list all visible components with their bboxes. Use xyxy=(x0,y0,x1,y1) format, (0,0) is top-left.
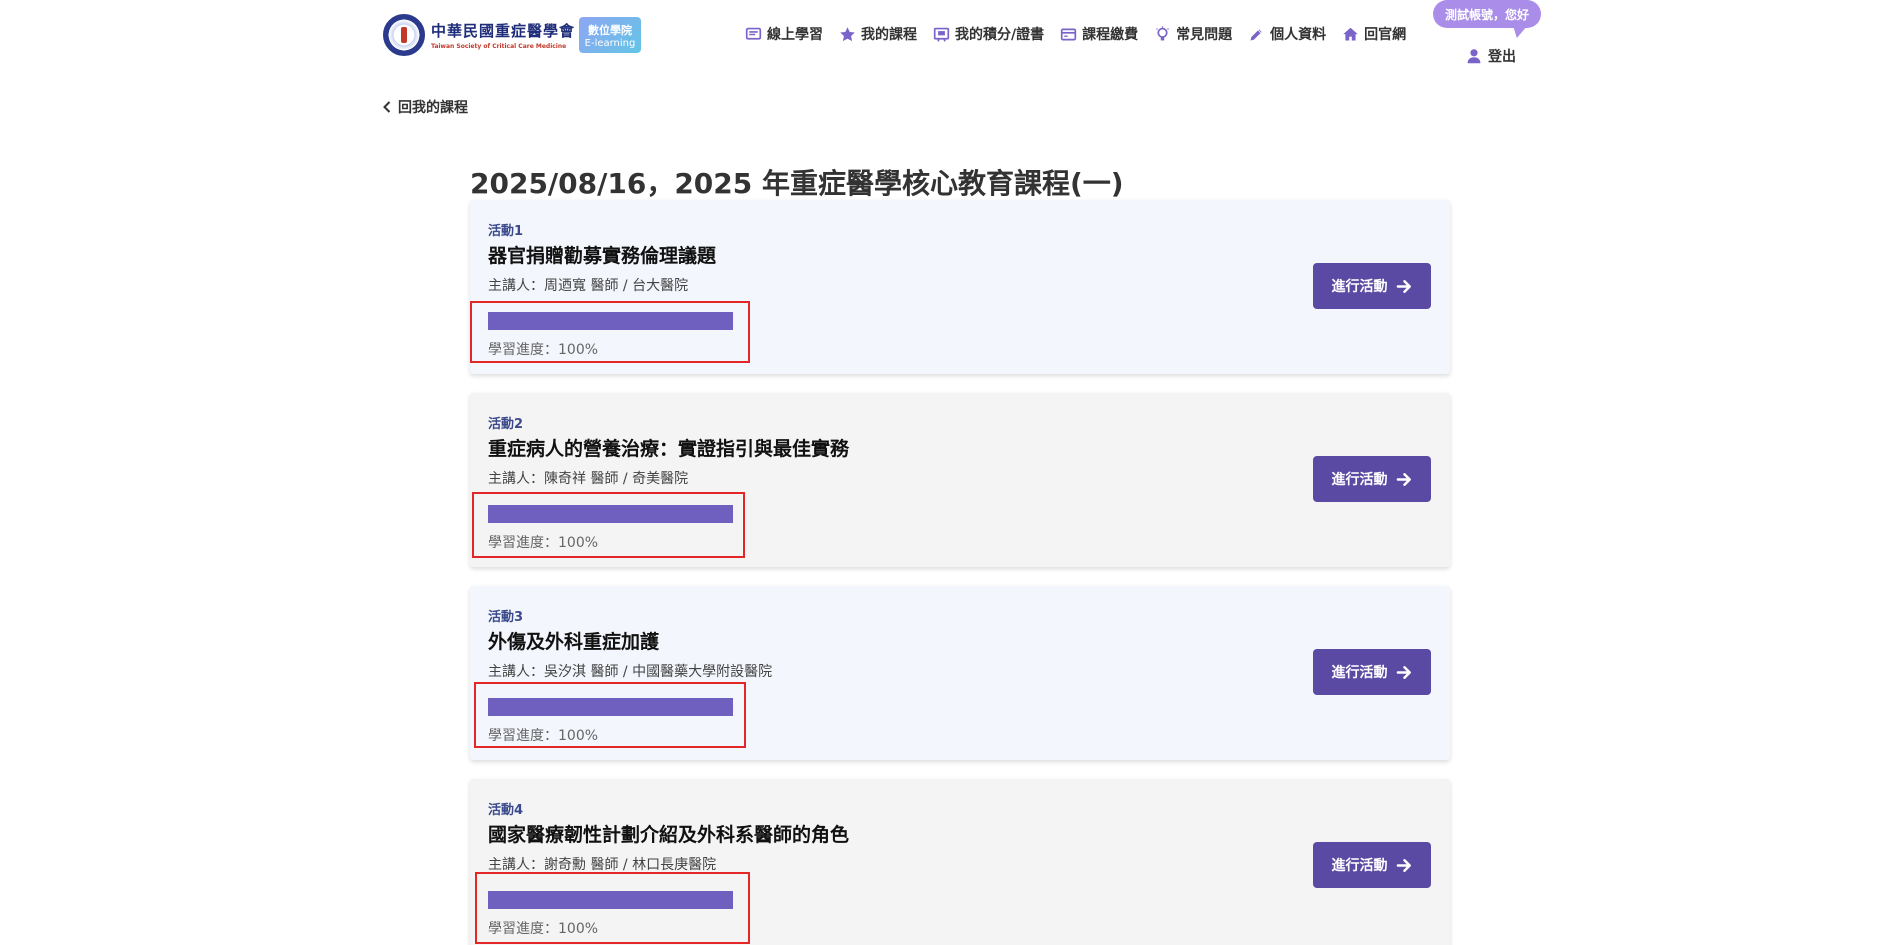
arrow-right-icon xyxy=(1396,665,1411,679)
activity-speaker: 主講人：吳汐淇 醫師 / 中國醫藥大學附設醫院 xyxy=(488,664,773,680)
progress-label: 學習進度：100% xyxy=(488,535,599,551)
nav-label: 線上學習 xyxy=(767,27,823,43)
progress-bar-fill xyxy=(488,312,733,330)
nav-label: 我的課程 xyxy=(861,27,917,43)
activity-title: 外傷及外科重症加護 xyxy=(488,631,660,653)
star-icon xyxy=(840,26,855,41)
online-learning-icon xyxy=(745,27,762,40)
activity-speaker: 主講人：周迺寬 醫師 / 台大醫院 xyxy=(488,278,689,294)
progress-bar-fill xyxy=(488,891,733,909)
arrow-right-icon xyxy=(1396,472,1411,486)
home-icon xyxy=(1343,27,1358,40)
start-activity-button[interactable]: 進行活動 xyxy=(1313,263,1431,309)
greeting-bubble: 測試帳號，您好 xyxy=(1433,0,1542,28)
progress-bar-fill xyxy=(488,505,733,523)
activity-title: 器官捐贈勸募實務倫理議題 xyxy=(488,245,717,267)
activity-number: 活動4 xyxy=(488,803,524,818)
nav-label: 回官網 xyxy=(1364,27,1407,43)
activity-card: 活動2 重症病人的營養治療：實證指引與最佳實務 主講人：陳奇祥 醫師 / 奇美醫… xyxy=(470,393,1450,567)
nav-online-learning[interactable]: 線上學習 xyxy=(745,24,823,44)
nav-label: 我的積分/證書 xyxy=(955,27,1045,43)
activity-number: 活動2 xyxy=(488,417,524,432)
button-label: 進行活動 xyxy=(1331,858,1388,874)
logo-text: 中華民國重症醫學會 Taiwan Society of Critical Car… xyxy=(431,20,575,50)
progress-bar xyxy=(488,505,733,523)
progress-bar xyxy=(488,698,733,716)
certificate-icon xyxy=(933,27,950,42)
credit-card-icon xyxy=(1060,28,1077,40)
chevron-left-icon xyxy=(383,101,391,113)
user-icon xyxy=(1467,49,1481,64)
activity-title: 國家醫療韌性計劃介紹及外科系醫師的角色 xyxy=(488,824,850,846)
progress-label: 學習進度：100% xyxy=(488,921,599,937)
arrow-right-icon xyxy=(1396,279,1411,293)
activity-title: 重症病人的營養治療：實證指引與最佳實務 xyxy=(488,438,850,460)
activity-card: 活動1 器官捐贈勸募實務倫理議題 主講人：周迺寬 醫師 / 台大醫院 學習進度：… xyxy=(470,200,1450,374)
logout-button[interactable]: 登出 xyxy=(1466,46,1516,66)
top-header: 中華民國重症醫學會 Taiwan Society of Critical Car… xyxy=(0,0,1895,70)
start-activity-button[interactable]: 進行活動 xyxy=(1313,456,1431,502)
button-label: 進行活動 xyxy=(1331,665,1388,681)
activity-card: 活動4 國家醫療韌性計劃介紹及外科系醫師的角色 主講人：謝奇勳 醫師 / 林口長… xyxy=(470,779,1450,945)
progress-bar-fill xyxy=(488,698,733,716)
arrow-right-icon xyxy=(1396,858,1411,872)
nav-my-credits[interactable]: 我的積分/證書 xyxy=(933,24,1044,44)
elearning-badge: 數位學院 E-learning xyxy=(579,17,642,53)
nav-label: 個人資料 xyxy=(1270,27,1327,43)
society-seal-icon xyxy=(383,14,425,56)
activity-card: 活動3 外傷及外科重症加護 主講人：吳汐淇 醫師 / 中國醫藥大學附設醫院 學習… xyxy=(470,586,1450,760)
nav-profile[interactable]: 個人資料 xyxy=(1248,24,1326,44)
back-to-my-courses-link[interactable]: 回我的課程 xyxy=(380,97,468,117)
logout-label: 登出 xyxy=(1488,49,1516,65)
nav-faq[interactable]: 常見問題 xyxy=(1154,24,1232,44)
logo-english-name: Taiwan Society of Critical Care Medicine xyxy=(431,43,567,50)
progress-label: 學習進度：100% xyxy=(488,728,599,744)
page-title: 2025/08/16，2025 年重症醫學核心教育課程(一) xyxy=(470,167,1124,200)
nav-course-payment[interactable]: 課程繳費 xyxy=(1060,24,1138,44)
lightbulb-icon xyxy=(1156,25,1170,40)
button-label: 進行活動 xyxy=(1331,279,1388,295)
start-activity-button[interactable]: 進行活動 xyxy=(1313,649,1431,695)
activity-speaker: 主講人：陳奇祥 醫師 / 奇美醫院 xyxy=(488,471,689,487)
main-nav: 線上學習 我的課程 我的積分/證書 課程繳費 常見問題 個人資料 回官網 xyxy=(745,24,1422,44)
start-activity-button[interactable]: 進行活動 xyxy=(1313,842,1431,888)
logo-chinese-name: 中華民國重症醫學會 xyxy=(431,22,576,40)
nav-official-site[interactable]: 回官網 xyxy=(1342,24,1406,44)
activity-number: 活動1 xyxy=(488,224,524,239)
nav-label: 課程繳費 xyxy=(1082,27,1139,43)
badge-line-1: 數位學院 xyxy=(588,23,633,37)
progress-bar xyxy=(488,891,733,909)
progress-label: 學習進度：100% xyxy=(488,342,599,358)
nav-my-courses[interactable]: 我的課程 xyxy=(839,24,917,44)
activity-speaker: 主講人：謝奇勳 醫師 / 林口長庚醫院 xyxy=(488,857,717,873)
activity-number: 活動3 xyxy=(488,610,524,625)
back-link-label: 回我的課程 xyxy=(398,100,468,116)
progress-bar xyxy=(488,312,733,330)
nav-label: 常見問題 xyxy=(1176,27,1233,43)
badge-line-2: E-learning xyxy=(584,37,636,49)
site-logo[interactable]: 中華民國重症醫學會 Taiwan Society of Critical Car… xyxy=(383,14,642,56)
pencil-icon xyxy=(1250,28,1262,40)
button-label: 進行活動 xyxy=(1331,472,1388,488)
